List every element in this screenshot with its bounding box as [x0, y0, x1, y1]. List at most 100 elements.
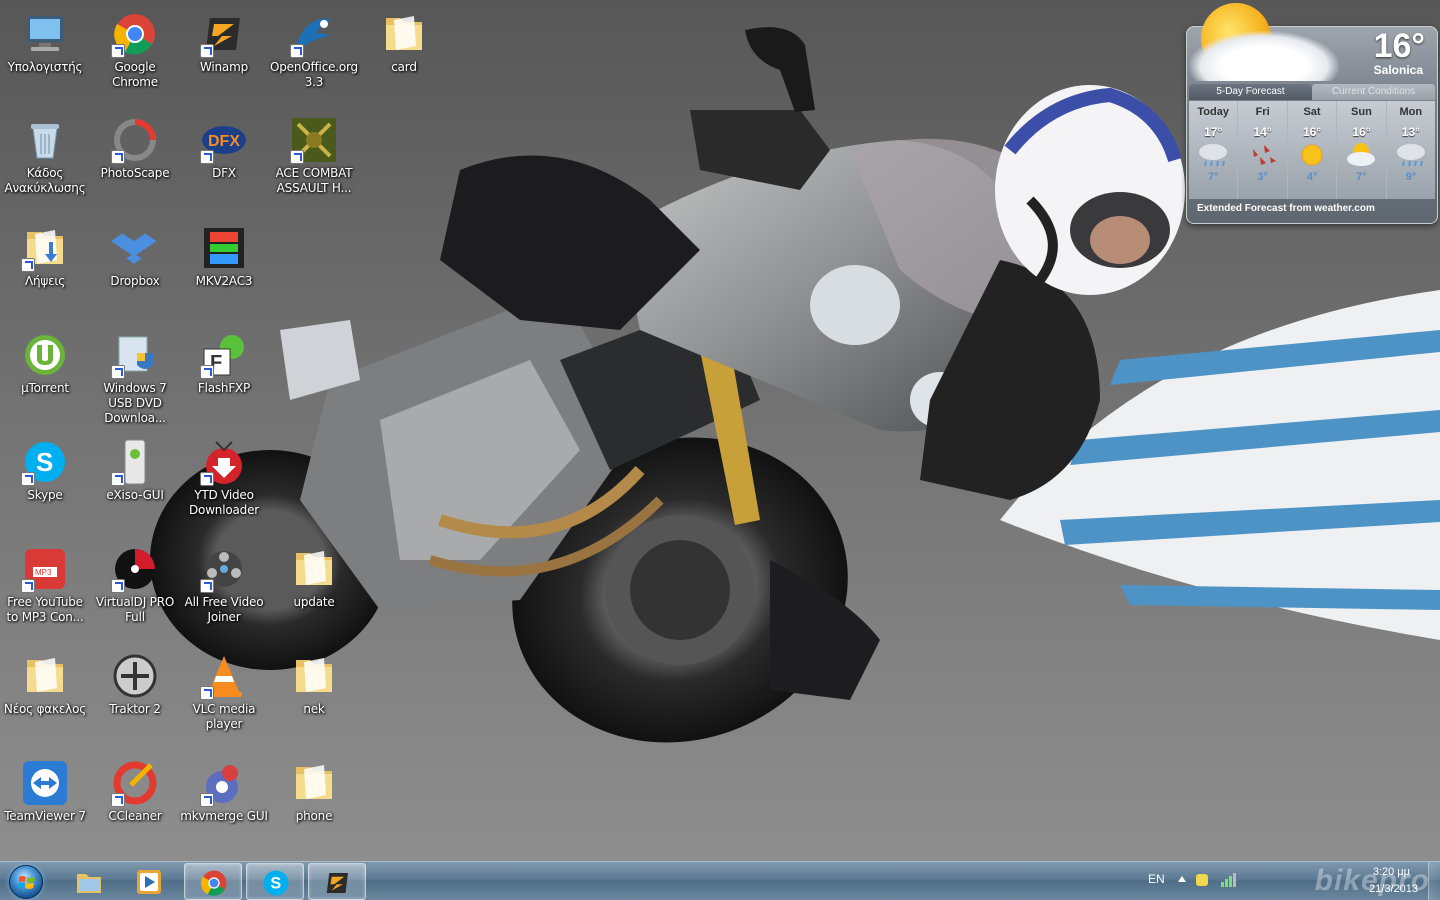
forecast-low: 7°: [1207, 171, 1219, 183]
media-player-icon: [134, 867, 164, 897]
shortcut-arrow-icon: [200, 579, 214, 593]
taskbar-button-explorer[interactable]: [60, 863, 118, 900]
desktop-icon[interactable]: eXiso-GUI: [91, 432, 179, 503]
desktop-icon-label: Λήψεις: [24, 274, 66, 288]
forecast-high: 14°: [1253, 125, 1272, 139]
forecast-low: 4°: [1306, 171, 1318, 183]
desktop-icon[interactable]: Winamp: [180, 4, 268, 75]
desktop-icon[interactable]: Λήψεις: [1, 218, 89, 289]
network-icon[interactable]: [1220, 872, 1236, 888]
language-indicator[interactable]: EN: [1148, 872, 1165, 886]
ccleaner-icon: [111, 759, 159, 807]
desktop-icon[interactable]: Traktor 2: [91, 646, 179, 717]
desktop-icon[interactable]: phone: [270, 753, 358, 824]
desktop-icon[interactable]: Google Chrome: [91, 4, 179, 90]
desktop-icon[interactable]: S Skype: [1, 432, 89, 503]
desktop-icon[interactable]: MP3 Free YouTube to MP3 Con...: [1, 539, 89, 625]
shortcut-arrow-icon: [21, 472, 35, 486]
recycle-bin-icon: [21, 116, 69, 164]
desktop-icon[interactable]: Κάδος Ανακύκλωσης: [1, 110, 89, 196]
forecast-day: Mon 13° 9°: [1387, 101, 1435, 199]
desktop-icon[interactable]: card: [360, 4, 448, 75]
desktop-icon[interactable]: YTD Video Downloader: [180, 432, 268, 518]
desktop-icon-label: PhotoScape: [100, 166, 170, 180]
show-hidden-icons-button[interactable]: [1178, 876, 1186, 882]
installer-icon: [111, 331, 159, 379]
show-desktop-button[interactable]: [1428, 862, 1440, 900]
current-temperature: 16°: [1373, 27, 1425, 65]
desktop-icon-label: All Free Video Joiner: [184, 595, 264, 624]
mkvmerge-icon: [200, 759, 248, 807]
shortcut-arrow-icon: [200, 686, 214, 700]
rain-icon: [1198, 141, 1228, 169]
shortcut-arrow-icon: [200, 365, 214, 379]
desktop-icon[interactable]: update: [270, 539, 358, 610]
desktop-icon[interactable]: DFX DFX: [180, 110, 268, 181]
taskbar-button-winamp[interactable]: [308, 863, 366, 900]
start-button[interactable]: [2, 863, 52, 900]
taskbar-button-skype[interactable]: S: [246, 863, 304, 900]
desktop-icon[interactable]: TeamViewer 7: [1, 753, 89, 824]
clock-date[interactable]: 21/3/2013: [1369, 883, 1418, 895]
forecast-low: 9°: [1405, 171, 1417, 183]
taskbar-button-media-player[interactable]: [120, 863, 178, 900]
skype-icon: S: [21, 438, 69, 486]
game-icon: [290, 116, 338, 164]
virtualdj-icon: [111, 545, 159, 593]
xbox-icon: [111, 438, 159, 486]
desktop-icon-label: Traktor 2: [109, 702, 161, 716]
forecast-high: 17°: [1204, 125, 1223, 139]
desktop-icon-label: Υπολογιστής: [7, 60, 83, 74]
weather-gadget[interactable]: 16° Salonica 5-Day Forecast Current Cond…: [1186, 3, 1438, 224]
shortcut-arrow-icon: [290, 44, 304, 58]
desktop-icon[interactable]: F FlashFXP: [180, 325, 268, 396]
desktop-icon[interactable]: Υπολογιστής: [1, 4, 89, 75]
desktop-icon[interactable]: VLC media player: [180, 646, 268, 732]
desktop-icon[interactable]: CCleaner: [91, 753, 179, 824]
skype-icon: S: [261, 868, 291, 898]
forecast-high: 16°: [1352, 125, 1371, 139]
dropbox-tray-icon[interactable]: [1196, 874, 1208, 886]
desktop-icon-label: mkvmerge GUI: [180, 809, 268, 823]
desktop-icon[interactable]: mkvmerge GUI: [180, 753, 268, 824]
shortcut-arrow-icon: [111, 44, 125, 58]
tab-5-day-forecast[interactable]: 5-Day Forecast: [1189, 84, 1312, 100]
taskbar-button-chrome[interactable]: [184, 863, 242, 900]
rain-icon: [1396, 141, 1426, 169]
desktop-icon[interactable]: VirtualDJ PRO Full: [91, 539, 179, 625]
desktop-icon[interactable]: Dropbox: [91, 218, 179, 289]
shortcut-arrow-icon: [200, 472, 214, 486]
shortcut-arrow-icon: [111, 579, 125, 593]
forecast-day: Sat 16° 4°: [1288, 101, 1338, 199]
desktop-icon[interactable]: PhotoScape: [91, 110, 179, 181]
extended-forecast-link[interactable]: Extended Forecast from weather.com: [1197, 203, 1375, 214]
shortcut-arrow-icon: [200, 44, 214, 58]
desktop-icon[interactable]: nek: [270, 646, 358, 717]
desktop-icon-label: ACE COMBAT ASSAULT H...: [275, 166, 353, 195]
desktop-icon[interactable]: µTorrent: [1, 325, 89, 396]
desktop-icon[interactable]: Νέος φακελος: [1, 646, 89, 717]
windows-logo-icon: [9, 865, 43, 899]
desktop-icon-label: Νέος φακελος: [3, 702, 87, 716]
shortcut-arrow-icon: [111, 150, 125, 164]
desktop-icon-label: update: [293, 595, 335, 609]
desktop-icon-label: VLC media player: [192, 702, 256, 731]
shortcut-arrow-icon: [111, 793, 125, 807]
desktop-icon-label: Windows 7 USB DVD Downloa...: [103, 381, 167, 425]
desktop-icon[interactable]: ACE COMBAT ASSAULT H...: [270, 110, 358, 196]
desktop[interactable]: Υπολογιστής Google Chrome Winamp OpenOffice…: [0, 0, 1440, 861]
desktop-icon[interactable]: OpenOffice.org 3.3: [270, 4, 358, 90]
desktop-icon-label: Google Chrome: [112, 60, 158, 89]
desktop-icon[interactable]: All Free Video Joiner: [180, 539, 268, 625]
dfx-icon: DFX: [200, 116, 248, 164]
chrome-icon: [199, 868, 229, 898]
desktop-icon-label: FlashFXP: [197, 381, 251, 395]
tab-current-conditions[interactable]: Current Conditions: [1312, 84, 1435, 100]
desktop-icon[interactable]: Windows 7 USB DVD Downloa...: [91, 325, 179, 426]
teamviewer-icon: [21, 759, 69, 807]
desktop-icon-label: Κάδος Ανακύκλωσης: [4, 166, 86, 195]
clock-time[interactable]: 3:20 μμ: [1373, 866, 1410, 878]
winamp-icon: [323, 868, 353, 898]
desktop-icon[interactable]: MKV2AC3: [180, 218, 268, 289]
folder-icon: [290, 759, 338, 807]
